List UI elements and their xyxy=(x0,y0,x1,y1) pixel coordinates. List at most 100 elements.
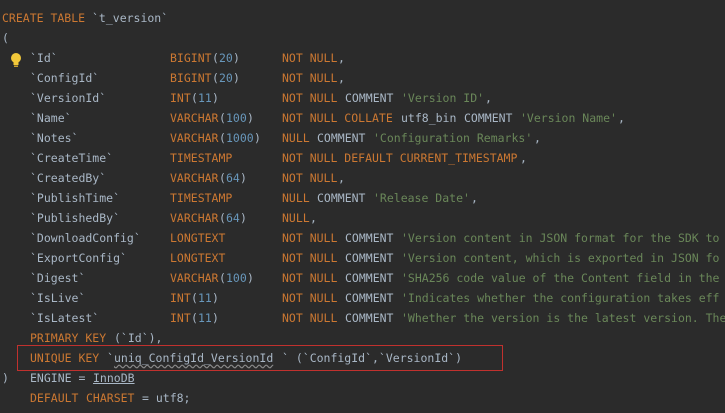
comment-keyword: COMMENT xyxy=(345,91,394,105)
column-type: BIGINT xyxy=(170,51,212,65)
type-paren-open: ( xyxy=(219,211,226,225)
column-constraint: NOT NULL DEFAULT CURRENT_TIMESTAMP xyxy=(282,151,518,165)
line-comma: , xyxy=(534,131,541,145)
comment-keyword: COMMENT xyxy=(345,271,394,285)
code-line-column: `DownloadConfig` LONGTEXT NOT NULL COMMENT '… xyxy=(0,228,725,248)
column-comment: 'Whether the version is the latest versi… xyxy=(401,311,725,325)
code-line-column: `ExportConfig` LONGTEXT NOT NULL COMMENT 'Ve… xyxy=(0,248,725,268)
comment-keyword: COMMENT xyxy=(345,251,394,265)
code-line-column: `Notes` VARCHAR(1000) NULL COMMENT 'Configur… xyxy=(0,128,725,148)
code-line-engine: ) ENGINE = InnoDB xyxy=(0,368,725,388)
column-type-length: 100 xyxy=(226,111,247,125)
code-line-column: `CreatedBy` VARCHAR(64) NOT NULL, xyxy=(0,168,725,188)
type-paren-open: ( xyxy=(212,51,219,65)
code-line-column: `ConfigId` BIGINT(20) NOT NULL, xyxy=(0,68,725,88)
type-paren-open: ( xyxy=(212,71,219,85)
column-type: TIMESTAMP xyxy=(170,151,233,165)
line-comma: , xyxy=(338,171,345,185)
column-comment: 'Version content, which is exported in J… xyxy=(401,251,720,265)
column-name: `DownloadConfig` xyxy=(30,231,141,245)
column-name: `ExportConfig` xyxy=(30,251,127,265)
type-paren-close: ) xyxy=(247,111,254,125)
code-line-column: `Name` VARCHAR(100) NOT NULL COLLATE utf8_b… xyxy=(0,108,725,128)
column-name: `IsLive` xyxy=(30,291,86,305)
charset-keyword: CHARSET xyxy=(86,391,135,405)
column-type: VARCHAR xyxy=(170,131,219,145)
comment-keyword: COMMENT xyxy=(317,191,366,205)
type-paren-close: ) xyxy=(233,71,240,85)
line-comma: , xyxy=(485,91,492,105)
code-line-column: `Digest` VARCHAR(100) NOT NULL COMMENT 'SHA2… xyxy=(0,268,725,288)
code-line-create-table: CREATE TABLE `t_version` xyxy=(0,8,725,28)
type-paren-open: ( xyxy=(219,131,226,145)
column-constraint: NOT NULL COLLATE xyxy=(282,111,393,125)
column-comment: 'Version ID' xyxy=(401,91,485,105)
sql-editor[interactable]: CREATE TABLE `t_version` ( `Id` BIGINT(20… xyxy=(0,0,725,413)
column-constraint: NOT NULL xyxy=(282,171,338,185)
column-collation: utf8_bin xyxy=(401,111,457,125)
column-type: LONGTEXT xyxy=(170,231,226,245)
comment-keyword: COMMENT xyxy=(464,111,513,125)
code-line-column: `IsLive` INT(11) NOT NULL COMMENT 'Indicates… xyxy=(0,288,725,308)
column-comment: 'SHA256 code value of the Content field … xyxy=(401,271,720,285)
column-comment: 'Version Name' xyxy=(520,111,617,125)
column-name: `VersionId` xyxy=(30,91,107,105)
column-name: `IsLatest` xyxy=(30,311,100,325)
code-line-column: `PublishTime` TIMESTAMP NULL COMMENT 'Releas… xyxy=(0,188,725,208)
code-line-column: `IsLatest` INT(11) NOT NULL COMMENT 'Whether… xyxy=(0,308,725,328)
line-comma: , xyxy=(338,51,345,65)
column-constraint: NOT NULL xyxy=(282,291,338,305)
column-name: `Digest` xyxy=(30,271,86,285)
line-comma: , xyxy=(471,191,478,205)
type-paren-close: ) xyxy=(247,271,254,285)
engine-label: ENGINE = xyxy=(30,371,86,385)
column-name: `PublishedBy` xyxy=(30,211,121,225)
column-type-length: 11 xyxy=(198,291,212,305)
column-constraint: NOT NULL xyxy=(282,311,338,325)
type-paren-close: ) xyxy=(212,291,219,305)
column-name: `Id` xyxy=(30,51,58,65)
type-paren-open: ( xyxy=(219,111,226,125)
column-constraint: NOT NULL xyxy=(282,91,338,105)
line-comma: , xyxy=(618,111,625,125)
type-paren-open: ( xyxy=(191,291,198,305)
type-paren-close: ) xyxy=(254,131,261,145)
code-line-charset: DEFAULT CHARSET = utf8; xyxy=(0,388,725,408)
column-type-length: 20 xyxy=(219,71,233,85)
column-type: VARCHAR xyxy=(170,211,219,225)
column-name: `PublishTime` xyxy=(30,191,121,205)
type-paren-close: ) xyxy=(212,91,219,105)
column-name: `CreateTime` xyxy=(30,151,114,165)
column-type-length: 11 xyxy=(198,91,212,105)
column-constraint: NULL xyxy=(282,131,310,145)
type-paren-open: ( xyxy=(191,91,198,105)
column-comment: 'Version content in JSON format for the … xyxy=(401,231,720,245)
column-name: `Name` xyxy=(30,111,72,125)
column-constraint: NOT NULL xyxy=(282,231,338,245)
column-type-length: 20 xyxy=(219,51,233,65)
column-type: TIMESTAMP xyxy=(170,191,233,205)
column-type: INT xyxy=(170,311,191,325)
code-line-open-paren: ( xyxy=(0,28,725,48)
code-line-column: `Id` BIGINT(20) NOT NULL, xyxy=(0,48,725,68)
column-type: VARCHAR xyxy=(170,111,219,125)
code-line-column: `CreateTime` TIMESTAMP NOT NULL DEFAULT CU… xyxy=(0,148,725,168)
column-type: BIGINT xyxy=(170,71,212,85)
column-name: `Notes` xyxy=(30,131,79,145)
column-type-length: 64 xyxy=(226,171,240,185)
column-comment: 'Configuration Remarks' xyxy=(373,131,533,145)
column-name: `ConfigId` xyxy=(30,71,100,85)
comment-keyword: COMMENT xyxy=(345,291,394,305)
column-type: VARCHAR xyxy=(170,271,219,285)
comment-keyword: COMMENT xyxy=(345,311,394,325)
engine-value: InnoDB xyxy=(93,371,135,385)
type-paren-close: ) xyxy=(233,51,240,65)
column-comment: 'Indicates whether the configuration tak… xyxy=(401,291,720,305)
type-paren-close: ) xyxy=(212,311,219,325)
type-paren-close: ) xyxy=(240,171,247,185)
column-constraint: NULL xyxy=(282,191,310,205)
close-paren: ) xyxy=(2,371,9,385)
type-paren-close: ) xyxy=(240,211,247,225)
column-type-length: 11 xyxy=(198,311,212,325)
column-type-length: 1000 xyxy=(226,131,254,145)
